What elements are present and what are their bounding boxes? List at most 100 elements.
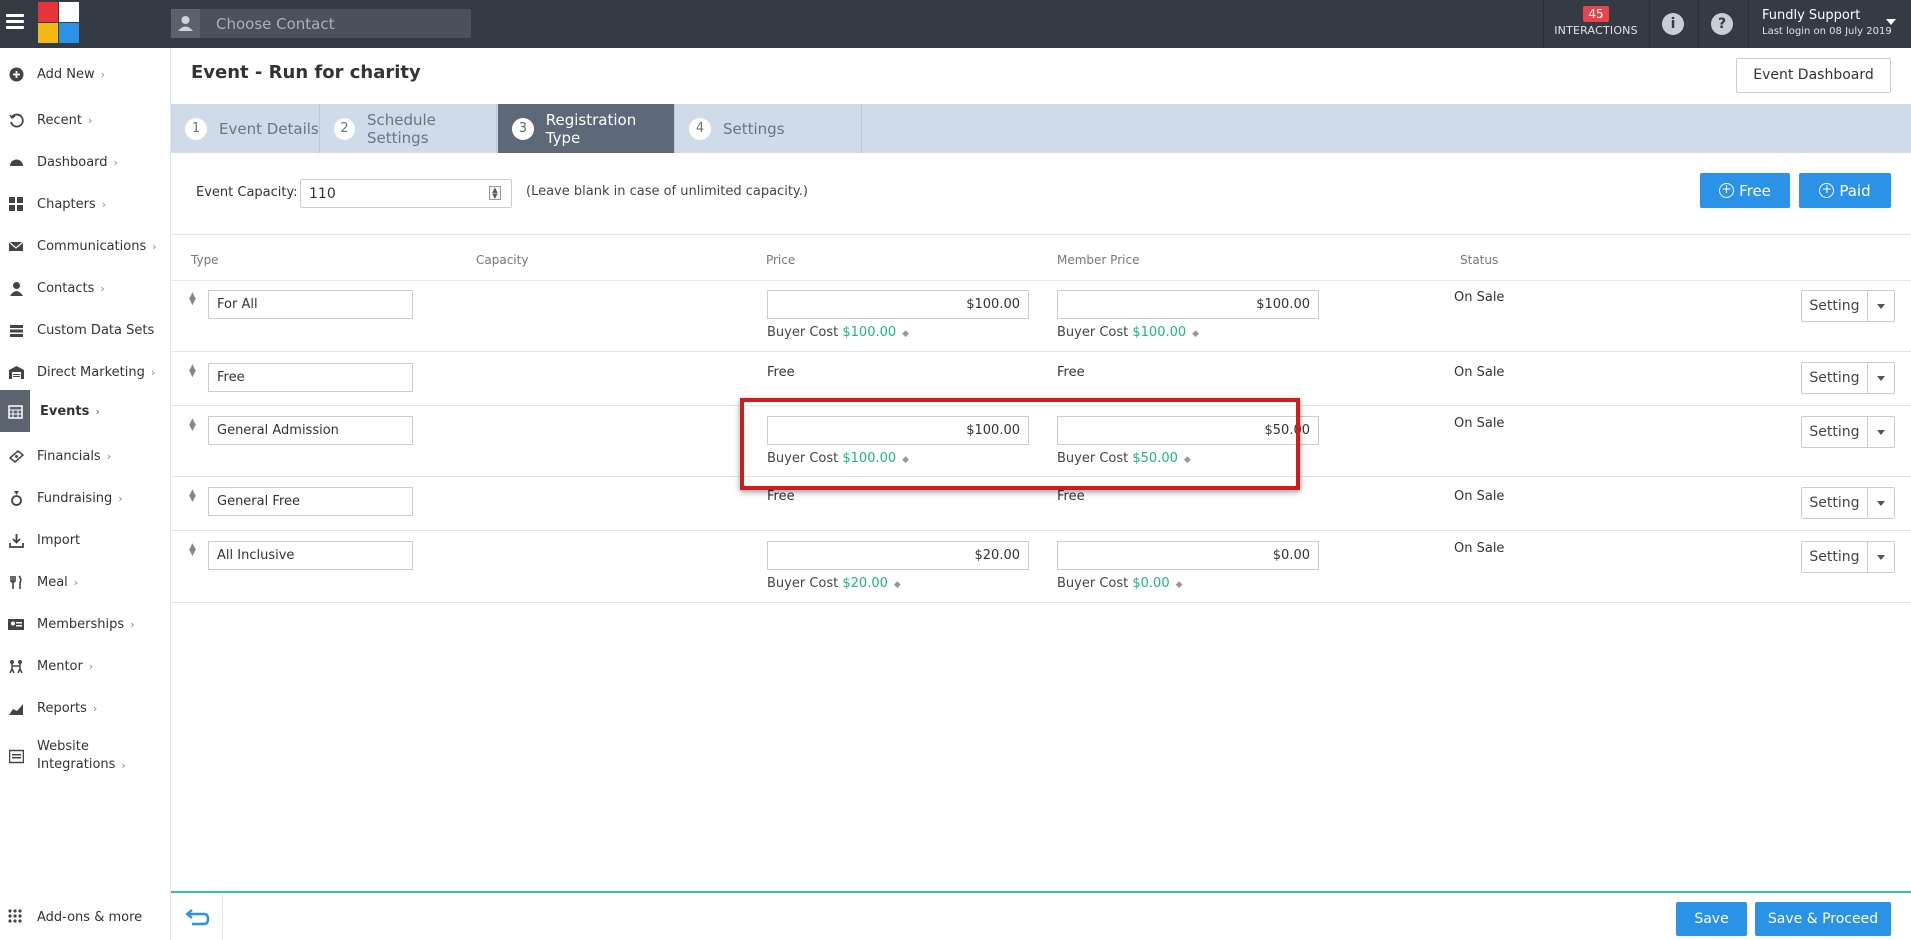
sidebar-item-fundraising[interactable]: Fundraising › bbox=[0, 480, 170, 516]
chevron-down-icon[interactable] bbox=[1868, 488, 1894, 518]
type-name-input[interactable]: General Admission bbox=[208, 416, 413, 445]
user-menu-chevron-down-icon[interactable] bbox=[1886, 19, 1896, 25]
sort-icon[interactable]: ◆ bbox=[1184, 455, 1191, 465]
tab-number: 3 bbox=[512, 117, 534, 140]
setting-label[interactable]: Setting bbox=[1802, 291, 1868, 321]
page-title: Event - Run for charity bbox=[191, 62, 421, 83]
tab-settings[interactable]: 4 Settings bbox=[675, 104, 862, 153]
member-buyer-cost: Buyer Cost $50.00 ◆ bbox=[1057, 451, 1191, 466]
type-name-input[interactable]: All Inclusive bbox=[208, 541, 413, 570]
tab-schedule-settings[interactable]: 2 Schedule Settings bbox=[320, 104, 497, 153]
price-input[interactable]: $20.00 bbox=[767, 541, 1029, 570]
add-paid-button[interactable]: + Paid bbox=[1799, 173, 1891, 208]
tab-registration-type[interactable]: 3 Registration Type bbox=[498, 104, 675, 153]
table-row: ▲ ▼ All Inclusive $20.00 Buyer Cost $20.0… bbox=[171, 532, 1911, 603]
type-name-input[interactable]: Free bbox=[208, 363, 413, 392]
user-menu[interactable]: Fundly Support Last login on 08 July 201… bbox=[1762, 8, 1892, 37]
sidebar-item-label: Website Integrations bbox=[37, 738, 115, 774]
sidebar-item-label: Direct Marketing bbox=[37, 364, 145, 380]
buyer-cost-label: Buyer Cost bbox=[767, 576, 839, 591]
chevron-right-icon: › bbox=[101, 197, 107, 211]
event-capacity-input[interactable]: 110 bbox=[300, 179, 512, 208]
chevron-right-icon: › bbox=[152, 239, 157, 253]
event-dashboard-button[interactable]: Event Dashboard bbox=[1736, 58, 1891, 93]
setting-label[interactable]: Setting bbox=[1802, 363, 1868, 393]
help-icon[interactable]: ? bbox=[1711, 13, 1733, 35]
member-price-input[interactable]: $50.00 bbox=[1057, 416, 1319, 445]
sidebar-item-financials[interactable]: Financials › bbox=[0, 438, 170, 474]
chevron-right-icon: › bbox=[92, 701, 98, 715]
sort-handle-icon[interactable]: ▲ ▼ bbox=[189, 364, 196, 379]
sort-icon[interactable]: ◆ bbox=[1176, 580, 1183, 590]
setting-button[interactable]: Setting bbox=[1801, 362, 1895, 394]
save-proceed-button[interactable]: Save & Proceed bbox=[1755, 902, 1891, 936]
setting-label[interactable]: Setting bbox=[1802, 542, 1868, 572]
save-button[interactable]: Save bbox=[1676, 902, 1747, 936]
sidebar-item-custom-data-sets[interactable]: Custom Data Sets bbox=[0, 312, 170, 348]
sidebar-item-contacts[interactable]: Contacts › bbox=[0, 270, 170, 306]
top-separator bbox=[1649, 0, 1650, 48]
status-text: On Sale bbox=[1454, 416, 1505, 431]
sidebar-item-label: Add New bbox=[37, 66, 95, 82]
tab-event-details[interactable]: 1 Event Details bbox=[171, 104, 320, 153]
chevron-down-icon[interactable] bbox=[1868, 363, 1894, 393]
setting-label[interactable]: Setting bbox=[1802, 417, 1868, 447]
setting-button[interactable]: Setting bbox=[1801, 541, 1895, 573]
tab-number: 1 bbox=[185, 117, 207, 140]
sort-handle-icon[interactable]: ▲ ▼ bbox=[189, 489, 196, 504]
sidebar-item-meal[interactable]: Meal › bbox=[0, 564, 170, 600]
chevron-down-icon[interactable] bbox=[1868, 291, 1894, 321]
type-name-input[interactable]: For All bbox=[208, 290, 413, 319]
chevron-right-icon: › bbox=[87, 113, 93, 127]
sidebar-item-website-integrations[interactable]: Website Integrations › bbox=[0, 736, 170, 776]
sort-icon[interactable]: ◆ bbox=[902, 455, 909, 465]
back-arrow-icon[interactable] bbox=[171, 893, 223, 940]
sidebar-item-memberships[interactable]: Memberships › bbox=[0, 606, 170, 642]
chevron-down-icon[interactable] bbox=[1868, 542, 1894, 572]
sort-icon[interactable]: ◆ bbox=[902, 329, 909, 339]
setting-button[interactable]: Setting bbox=[1801, 416, 1895, 448]
member-price-input[interactable]: $100.00 bbox=[1057, 290, 1319, 319]
member-price-input[interactable]: $0.00 bbox=[1057, 541, 1319, 570]
add-free-button[interactable]: + Free bbox=[1700, 173, 1790, 208]
sidebar-item-mentor[interactable]: Mentor › bbox=[0, 648, 170, 684]
type-name-input[interactable]: General Free bbox=[208, 487, 413, 516]
sidebar-item-import[interactable]: Import bbox=[0, 522, 170, 558]
sidebar-item-reports[interactable]: Reports › bbox=[0, 690, 170, 726]
hamburger-menu-icon[interactable] bbox=[6, 14, 24, 30]
sidebar: Add New › Recent › Dashboard › Chapters › Co… bbox=[0, 48, 171, 940]
addons-label: Add-ons & more bbox=[37, 909, 143, 925]
column-header-status: Status bbox=[1460, 253, 1499, 267]
price-input[interactable]: $100.00 bbox=[767, 416, 1029, 445]
interactions-counter[interactable]: 45 INTERACTIONS bbox=[1544, 6, 1648, 37]
table-row: ▲ ▼ General Free Free Free On Sale Settin… bbox=[171, 478, 1911, 531]
sidebar-item-add-new[interactable]: Add New › bbox=[0, 56, 170, 92]
chevron-down-icon[interactable] bbox=[1868, 417, 1894, 447]
setting-button[interactable]: Setting bbox=[1801, 487, 1895, 519]
sidebar-item-label: Memberships bbox=[37, 616, 125, 632]
sidebar-item-chapters[interactable]: Chapters › bbox=[0, 186, 170, 222]
choose-contact-input[interactable]: Choose Contact bbox=[171, 9, 471, 38]
sidebar-item-recent[interactable]: Recent › bbox=[0, 102, 170, 138]
setting-button[interactable]: Setting bbox=[1801, 290, 1895, 322]
sort-icon[interactable]: ◆ bbox=[894, 580, 901, 590]
sort-handle-icon[interactable]: ▲ ▼ bbox=[189, 418, 196, 433]
sidebar-item-dashboard[interactable]: Dashboard › bbox=[0, 144, 170, 180]
sidebar-item-direct-marketing[interactable]: Direct Marketing › bbox=[0, 354, 170, 390]
price-input[interactable]: $100.00 bbox=[767, 290, 1029, 319]
setting-label[interactable]: Setting bbox=[1802, 488, 1868, 518]
utensils-icon bbox=[8, 574, 24, 590]
sidebar-item-label: Events bbox=[40, 403, 90, 419]
capacity-spinner-icon[interactable]: ▲ ▼ bbox=[489, 186, 501, 200]
sidebar-item-addons[interactable]: Add-ons & more bbox=[0, 897, 170, 937]
buyer-cost-amount: $100.00 bbox=[842, 451, 897, 466]
sort-handle-icon[interactable]: ▲ ▼ bbox=[189, 543, 196, 558]
sidebar-item-communications[interactable]: Communications › bbox=[0, 228, 170, 264]
sidebar-item-events[interactable]: Events › bbox=[0, 390, 170, 432]
app-logo[interactable] bbox=[38, 2, 80, 44]
sort-icon[interactable]: ◆ bbox=[1192, 329, 1199, 339]
sort-handle-icon[interactable]: ▲ ▼ bbox=[189, 292, 196, 307]
info-icon[interactable]: i bbox=[1662, 13, 1684, 35]
last-login: Last login on 08 July 2019 bbox=[1762, 26, 1892, 37]
top-bar: Choose Contact 45 INTERACTIONS i ? Fundl… bbox=[0, 0, 1911, 48]
